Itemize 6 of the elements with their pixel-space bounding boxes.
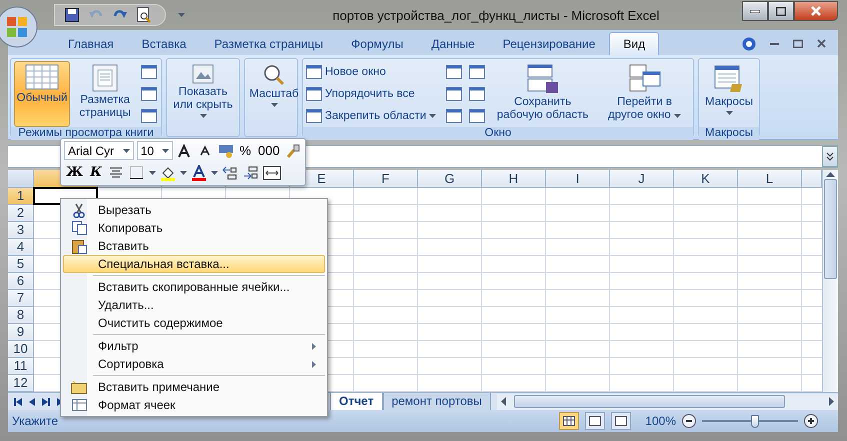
group-label: Режимы просмотра книги bbox=[11, 127, 161, 140]
zoom-level: 100% bbox=[645, 414, 676, 428]
window-title: портов устройства_лог_функц_листы - Microsoft Excel bbox=[332, 8, 660, 22]
group-label: Окно bbox=[303, 127, 693, 140]
status-text: Укажите bbox=[12, 414, 60, 428]
group-label: Макросы bbox=[699, 127, 759, 140]
